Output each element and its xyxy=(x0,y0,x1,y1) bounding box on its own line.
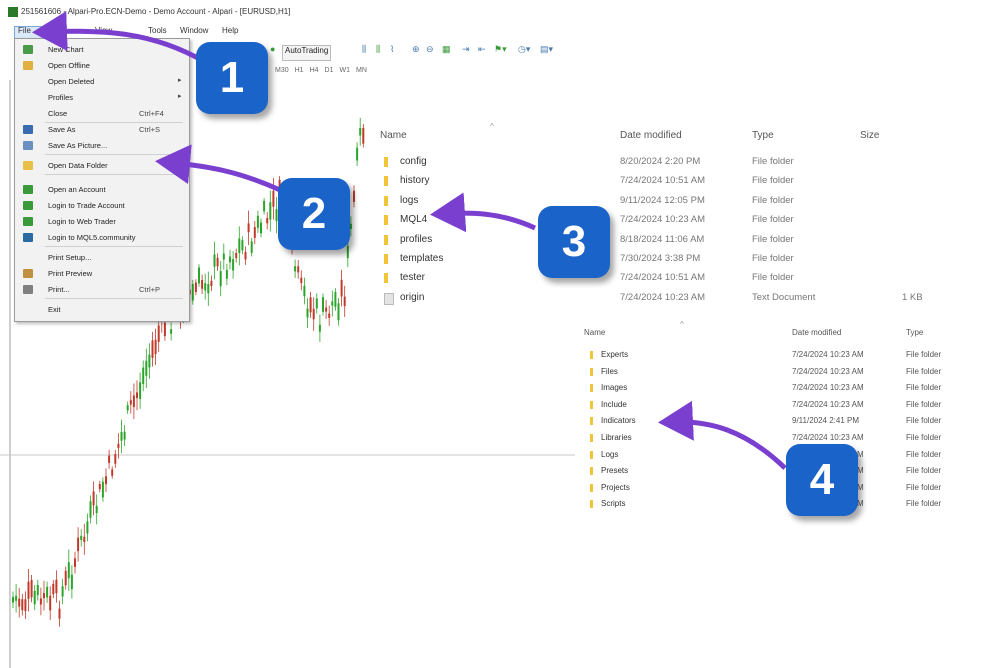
step-badge-1: 1 xyxy=(196,42,268,114)
arrow-4 xyxy=(658,400,787,470)
annotation-arrows xyxy=(32,11,787,470)
step-badge-4: 4 xyxy=(786,444,858,516)
step-badge-3: 3 xyxy=(538,206,610,278)
arrow-3 xyxy=(430,192,537,233)
step-badge-2: 2 xyxy=(278,178,350,250)
arrow-1 xyxy=(32,11,207,65)
arrow-2 xyxy=(155,144,282,193)
